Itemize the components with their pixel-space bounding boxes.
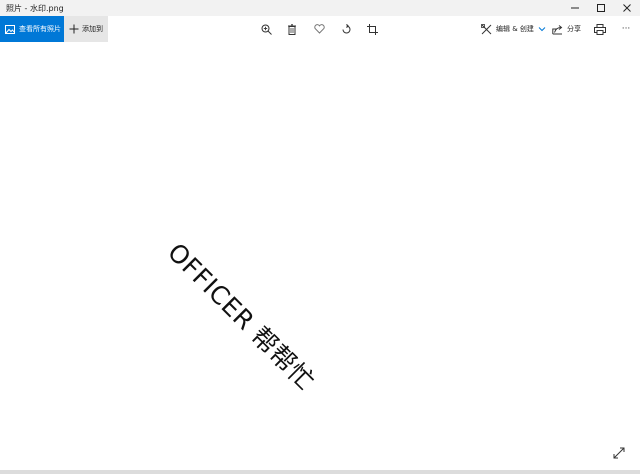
delete-button[interactable] [282, 16, 302, 42]
close-button[interactable] [614, 0, 640, 16]
heart-icon [313, 24, 325, 34]
bottom-border [0, 470, 640, 474]
more-icon: ··· [621, 24, 631, 34]
crop-icon [366, 23, 378, 35]
title-bar: 照片 - 水印.png [0, 0, 640, 16]
toolbar: 查看所有照片 添加到 编辑 & 创建 分享 ··· [0, 16, 640, 42]
share-label: 分享 [567, 25, 581, 33]
print-button[interactable] [590, 16, 610, 42]
delete-icon [288, 23, 296, 35]
zoom-icon [261, 24, 272, 35]
favorite-button[interactable] [309, 16, 329, 42]
view-all-photos-label: 查看所有照片 [19, 25, 61, 33]
image-canvas[interactable]: OFFICER 帮帮忙 [0, 42, 640, 470]
share-button[interactable]: 分享 [552, 16, 581, 42]
watermark-text: OFFICER 帮帮忙 [161, 237, 321, 396]
maximize-button[interactable] [588, 0, 614, 16]
chevron-down-icon [538, 27, 546, 32]
add-to-button[interactable]: 添加到 [64, 16, 108, 42]
minimize-button[interactable] [562, 0, 588, 16]
add-to-label: 添加到 [82, 25, 103, 33]
minimize-icon [571, 7, 579, 9]
rotate-button[interactable] [336, 16, 356, 42]
crop-button[interactable] [362, 16, 382, 42]
more-button[interactable]: ··· [616, 16, 636, 42]
zoom-button[interactable] [256, 16, 276, 42]
rotate-icon [342, 23, 350, 33]
expand-icon[interactable] [612, 446, 626, 460]
view-all-photos-button[interactable]: 查看所有照片 [0, 16, 64, 42]
window-title: 照片 - 水印.png [6, 3, 64, 13]
plus-icon [69, 24, 79, 34]
share-icon [552, 24, 563, 34]
maximize-icon [597, 4, 605, 12]
edit-create-icon [481, 23, 492, 34]
edit-create-button[interactable]: 编辑 & 创建 [481, 16, 546, 42]
edit-create-label: 编辑 & 创建 [496, 25, 534, 33]
close-icon [623, 4, 631, 12]
print-icon [594, 23, 606, 35]
photos-icon [5, 24, 15, 34]
